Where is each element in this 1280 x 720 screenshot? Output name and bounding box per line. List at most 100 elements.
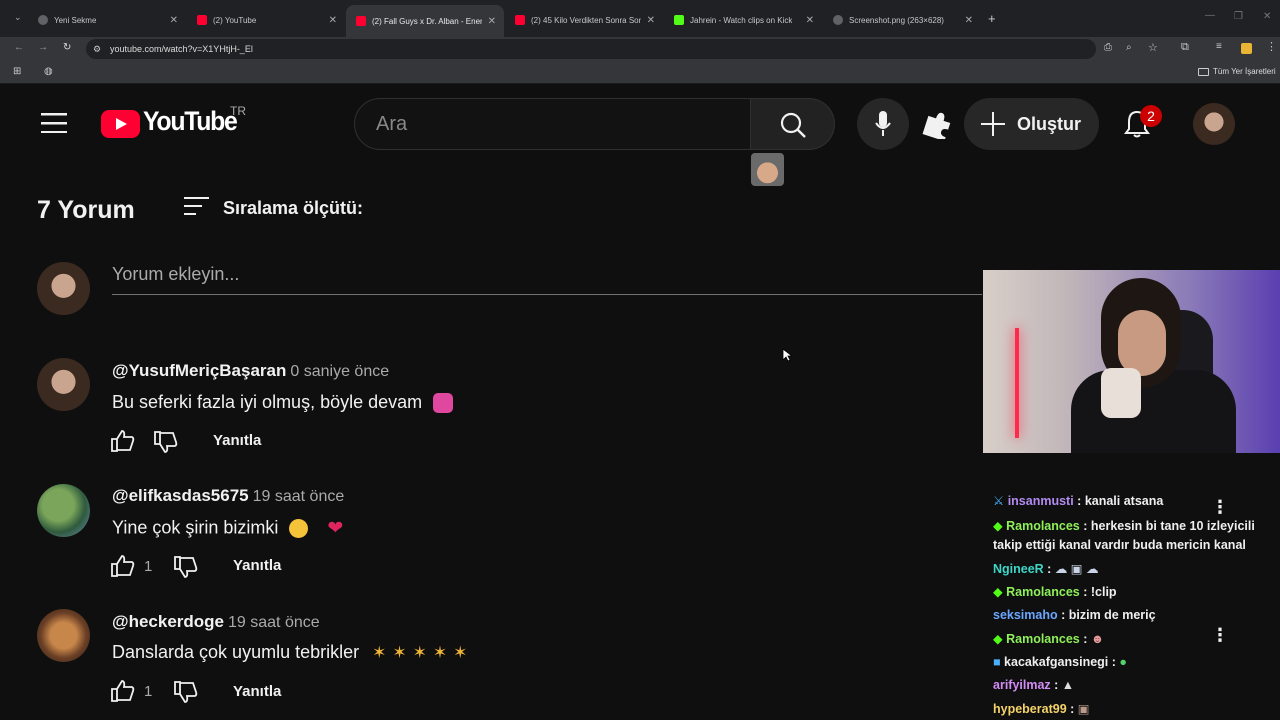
reply-button[interactable]: Yanıtla — [213, 432, 261, 449]
youtube-logo-icon[interactable] — [101, 110, 140, 138]
comment-time[interactable]: 19 saat önce — [228, 614, 320, 631]
tab-45-kilo-video[interactable]: (2) 45 Kilo Verdikten Sonra Son ✕ — [505, 7, 663, 33]
search-icon — [780, 112, 806, 138]
party-popper-emoji-row: ✶✶✶✶✶ — [372, 643, 474, 662]
laughing-emoji-icon — [289, 519, 309, 538]
sort-by-button[interactable]: Sıralama ölçütü: — [223, 198, 363, 219]
youtube-logo-text[interactable]: YouTube — [143, 106, 238, 137]
comment-author[interactable]: @elifkasdas5675 19 saat önce — [112, 486, 344, 506]
maximize-window-icon[interactable]: ❐ — [1234, 11, 1243, 22]
bookmark-star-icon[interactable]: ☆ — [1148, 41, 1158, 54]
comment-time[interactable]: 0 saniye önce — [290, 363, 389, 380]
close-tab-icon[interactable]: ✕ — [170, 15, 178, 26]
webcam-overlay — [983, 270, 1280, 453]
extensions-icon[interactable]: ⧉ — [1181, 41, 1189, 54]
emote-icon: ▲ — [1061, 678, 1075, 692]
comment-author[interactable]: @heckerdoge 19 saat önce — [112, 612, 320, 632]
like-icon[interactable] — [110, 428, 135, 453]
apps-grid-icon[interactable]: ⊞ — [13, 66, 21, 77]
emote-icon: ☁ ▣ ☁ — [1054, 562, 1099, 576]
minimize-window-icon[interactable]: — — [1205, 10, 1215, 21]
close-window-icon[interactable]: ✕ — [1263, 11, 1271, 22]
comment-author-avatar[interactable] — [37, 609, 90, 662]
chat-message: ⚔ insanmusti : kanali atsana — [993, 494, 1164, 508]
close-tab-icon[interactable]: ✕ — [329, 15, 337, 26]
dislike-icon[interactable] — [153, 430, 178, 455]
close-tab-icon[interactable]: ✕ — [806, 15, 814, 26]
hamburger-menu-icon[interactable] — [41, 113, 67, 133]
extension-puzzle-icon[interactable] — [922, 109, 952, 139]
reply-button[interactable]: Yanıtla — [233, 557, 281, 574]
emote-icon: ☻ — [1090, 632, 1105, 646]
emote-icon: ▣ — [1077, 702, 1090, 716]
new-tab-plus-icon[interactable]: + — [988, 11, 996, 26]
tab-kick-clips[interactable]: Jahrein - Watch clips on Kick ✕ — [664, 7, 822, 33]
zoom-icon[interactable]: ⌕ — [1126, 42, 1132, 53]
cube-badge-icon: ■ — [993, 655, 1001, 669]
close-tab-icon[interactable]: ✕ — [647, 15, 655, 26]
back-arrow-icon[interactable]: ← — [14, 42, 24, 53]
site-info-icon[interactable]: ⚙ — [93, 39, 101, 59]
comment-text: Danslarda çok uyumlu tebrikler ✶✶✶✶✶ — [112, 642, 474, 662]
comments-count-heading: 7 Yorum — [37, 196, 135, 224]
kick-favicon-icon — [674, 15, 684, 25]
youtube-favicon-icon — [356, 16, 366, 26]
dislike-icon[interactable] — [173, 555, 198, 580]
comment-author-avatar[interactable] — [37, 484, 90, 537]
reload-icon[interactable]: ↻ — [63, 42, 71, 53]
search-input[interactable]: Ara — [354, 98, 751, 150]
dislike-icon[interactable] — [173, 680, 198, 705]
comment-author-avatar[interactable] — [37, 358, 90, 411]
mouse-cursor-icon — [782, 348, 792, 362]
chat-message: ◆ Ramolances : herkesin bi tane 10 izley… — [993, 519, 1255, 552]
close-tab-icon[interactable]: ✕ — [965, 15, 973, 26]
floating-emote-image — [751, 153, 784, 186]
diamond-badge-icon: ◆ — [993, 519, 1003, 533]
search-button[interactable] — [751, 98, 835, 150]
tab-new-tab[interactable]: Yeni Sekme ✕ — [28, 7, 186, 33]
snake-emoji-icon — [433, 393, 454, 414]
account-avatar[interactable] — [1193, 103, 1235, 145]
sort-icon[interactable] — [184, 197, 209, 217]
tab-fall-guys-video[interactable]: (2) Fall Guys x Dr. Alban - Energ ✕ — [346, 5, 504, 37]
like-icon[interactable] — [110, 553, 135, 578]
chat-message: seksimaho : bizim de meriç — [993, 608, 1156, 622]
heart-emoji-icon: ❤ — [327, 518, 344, 539]
live-chat-overlay: ⚔ insanmusti : kanali atsana ⋮ ◆ Ramolan… — [985, 487, 1280, 720]
region-label: TR — [230, 104, 246, 118]
chat-message: NgineeR : ☁ ▣ ☁ — [993, 562, 1099, 576]
comment-author[interactable]: @YusufMeriçBaşaran 0 saniye önce — [112, 361, 389, 381]
create-button[interactable]: Oluştur — [964, 98, 1099, 150]
browser-tab-strip: ⌄ Yeni Sekme ✕ (2) YouTube ✕ (2) Fall Guys… — [0, 0, 1280, 37]
chat-message: ■ kacakafgansinegi : ● — [993, 655, 1127, 669]
chat-more-icon[interactable]: ⋮ — [1211, 497, 1229, 518]
close-tab-icon[interactable]: ✕ — [488, 16, 496, 27]
tab-search-dropdown-icon[interactable]: ⌄ — [14, 12, 22, 23]
bookmarks-bar: ⊞ ◍ Tüm Yer İşaretleri — [0, 61, 1280, 84]
voice-search-button[interactable] — [857, 98, 909, 150]
chat-message: arifyilmaz : ▲ — [993, 678, 1075, 692]
microphone-icon — [875, 111, 891, 136]
youtube-favicon-icon — [197, 15, 207, 25]
comment-time[interactable]: 19 saat önce — [253, 488, 345, 505]
all-bookmarks-link[interactable]: Tüm Yer İşaretleri — [1213, 67, 1276, 76]
my-avatar — [37, 262, 90, 315]
reply-button[interactable]: Yanıtla — [233, 683, 281, 700]
tab-screenshot[interactable]: Screenshot.png (263×628) ✕ — [823, 7, 981, 33]
install-app-icon[interactable]: ⎙ — [1104, 42, 1112, 53]
globe-icon — [833, 15, 843, 25]
extension-icon[interactable] — [1241, 43, 1252, 54]
add-comment-input[interactable]: Yorum ekleyin... — [112, 264, 982, 295]
url-field[interactable]: ⚙ youtube.com/watch?v=X1YHtjH-_El — [86, 39, 1096, 59]
forward-arrow-icon[interactable]: → — [38, 42, 48, 53]
emote-icon: ● — [1119, 655, 1127, 669]
chat-more-icon[interactable]: ⋮ — [1211, 625, 1229, 646]
bookmark-globe-icon[interactable]: ◍ — [44, 66, 53, 77]
plus-icon — [981, 112, 1005, 136]
comment-text: Yine çok şirin bizimki ❤ — [112, 517, 344, 539]
media-control-icon[interactable]: ≡ — [1216, 41, 1222, 52]
like-icon[interactable] — [110, 678, 135, 703]
youtube-favicon-icon — [515, 15, 525, 25]
tab-youtube[interactable]: (2) YouTube ✕ — [187, 7, 345, 33]
menu-dots-icon[interactable]: ⋮ — [1266, 40, 1277, 53]
